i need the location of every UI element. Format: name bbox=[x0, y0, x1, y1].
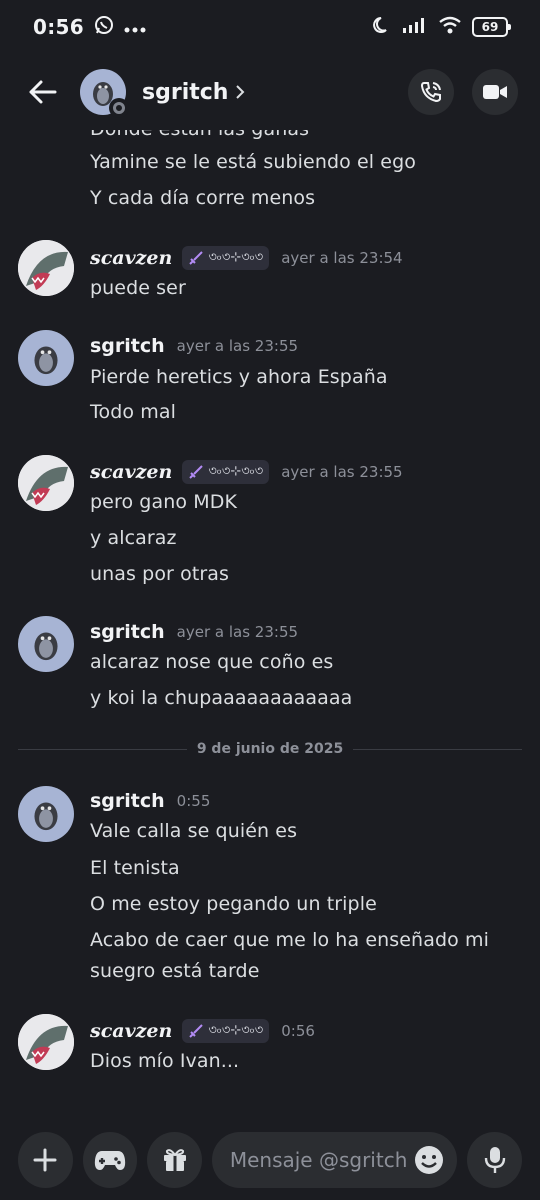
avatar[interactable] bbox=[18, 455, 74, 511]
sword-icon bbox=[189, 465, 204, 479]
user-tag[interactable]: ৩৹৩⊹৩৹৩ bbox=[182, 1019, 270, 1043]
chevron-right-icon bbox=[236, 85, 245, 99]
message-composer: Mensaje @sgritch bbox=[0, 1120, 540, 1200]
message-header: sgritch ayer a las 23:55 bbox=[90, 621, 298, 643]
avatar[interactable] bbox=[18, 616, 74, 672]
status-indicator bbox=[109, 98, 129, 118]
penguin-avatar-icon bbox=[34, 346, 58, 375]
whatsapp-icon bbox=[94, 15, 114, 39]
user-tag-ornament: ৩৹৩⊹৩৹৩ bbox=[208, 249, 264, 265]
message-text: Todo mal bbox=[90, 401, 176, 423]
username[interactable]: sgritch bbox=[90, 621, 165, 643]
message-header: sgritch ayer a las 23:55 bbox=[90, 335, 298, 357]
message-text: alcaraz nose que coño es bbox=[90, 651, 334, 673]
signal-icon bbox=[402, 16, 428, 38]
chat-title-name: sgritch bbox=[142, 79, 229, 105]
avatar[interactable] bbox=[18, 786, 74, 842]
message-text: Yamine se le está subiendo el ego bbox=[90, 151, 416, 173]
username[interactable]: scavzen bbox=[90, 461, 172, 483]
message-input-placeholder: Mensaje @sgritch bbox=[229, 1148, 408, 1172]
message-timestamp: 0:56 bbox=[281, 1022, 315, 1040]
user-tag[interactable]: ৩৹৩⊹৩৹৩ bbox=[182, 246, 270, 270]
emoji-icon bbox=[415, 1146, 444, 1174]
more-icon bbox=[124, 18, 146, 37]
shark-avatar-icon bbox=[18, 455, 74, 511]
message-text: Donde están las ganas bbox=[90, 130, 309, 140]
date-divider-label: 9 de junio de 2025 bbox=[196, 741, 344, 757]
message-header: scavzen ৩৹৩⊹৩৹৩ 0:56 bbox=[90, 1019, 315, 1043]
avatar[interactable] bbox=[80, 69, 129, 118]
status-time: 0:56 bbox=[33, 15, 84, 39]
video-call-button[interactable] bbox=[472, 69, 518, 115]
username[interactable]: sgritch bbox=[90, 790, 165, 812]
penguin-avatar-icon bbox=[34, 802, 58, 831]
moon-icon bbox=[372, 15, 392, 39]
avatar[interactable] bbox=[18, 240, 74, 296]
message-text: y koi la chupaaaaaaaaaaaa bbox=[90, 687, 353, 709]
shark-avatar-icon bbox=[18, 1014, 74, 1070]
wifi-icon bbox=[438, 16, 462, 38]
message-header: scavzen ৩৹৩⊹৩৹৩ ayer a las 23:54 bbox=[90, 246, 403, 270]
message-text: puede ser bbox=[90, 277, 186, 299]
sword-icon bbox=[189, 251, 204, 265]
gamepad-icon bbox=[94, 1151, 126, 1170]
message-timestamp: ayer a las 23:54 bbox=[281, 249, 403, 267]
username[interactable]: scavzen bbox=[90, 247, 172, 269]
microphone-icon bbox=[484, 1147, 505, 1173]
message-header: scavzen ৩৹৩⊹৩৹৩ ayer a las 23:55 bbox=[90, 460, 403, 484]
penguin-avatar-icon bbox=[34, 632, 58, 661]
message-text: Y cada día corre menos bbox=[90, 187, 316, 209]
username[interactable]: sgritch bbox=[90, 335, 165, 357]
add-attachment-button[interactable] bbox=[18, 1132, 73, 1188]
status-bar: 0:56 69 bbox=[0, 0, 540, 54]
message-text: suegro está tarde bbox=[90, 960, 260, 982]
message-timestamp: ayer a las 23:55 bbox=[281, 463, 403, 481]
user-tag-ornament: ৩৹৩⊹৩৹৩ bbox=[208, 1022, 264, 1038]
message-header: sgritch 0:55 bbox=[90, 790, 210, 812]
emoji-button[interactable] bbox=[407, 1138, 451, 1182]
back-button[interactable] bbox=[22, 72, 62, 112]
message-text: y alcaraz bbox=[90, 527, 177, 549]
message-text: pero gano MDK bbox=[90, 491, 238, 513]
message-input[interactable]: Mensaje @sgritch bbox=[211, 1132, 458, 1188]
date-divider: 9 de junio de 2025 bbox=[18, 741, 523, 757]
message-text: O me estoy pegando un triple bbox=[90, 893, 377, 915]
message-text: El tenista bbox=[90, 857, 180, 879]
avatar[interactable] bbox=[18, 330, 74, 386]
voice-call-icon bbox=[420, 82, 441, 103]
activities-button[interactable] bbox=[82, 1132, 138, 1188]
user-tag-ornament: ৩৹৩⊹৩৹৩ bbox=[208, 463, 264, 479]
voice-call-button[interactable] bbox=[408, 69, 454, 115]
back-arrow-icon bbox=[29, 80, 57, 104]
message-timestamp: 0:55 bbox=[176, 792, 211, 810]
message-text: Dios mío Ivan... bbox=[90, 1050, 240, 1072]
video-call-icon bbox=[483, 85, 507, 99]
message-text: Vale calla se quién es bbox=[90, 820, 298, 842]
battery-icon: 69 bbox=[472, 17, 511, 37]
chat-header: sgritch bbox=[0, 54, 540, 130]
shark-avatar-icon bbox=[18, 240, 74, 296]
gift-icon bbox=[163, 1149, 186, 1171]
message-list[interactable]: Donde están las ganas Yamine se le está … bbox=[0, 130, 540, 1120]
user-tag[interactable]: ৩৹৩⊹৩৹৩ bbox=[182, 460, 270, 484]
message-timestamp: ayer a las 23:55 bbox=[176, 623, 299, 641]
sword-icon bbox=[189, 1024, 204, 1038]
message-text: Acabo de caer que me lo ha enseñado mi bbox=[90, 929, 489, 951]
avatar[interactable] bbox=[18, 1014, 74, 1070]
voice-message-button[interactable] bbox=[467, 1132, 522, 1188]
username[interactable]: scavzen bbox=[90, 1020, 172, 1042]
message-text: unas por otras bbox=[90, 563, 230, 585]
plus-icon bbox=[33, 1148, 57, 1172]
message-timestamp: ayer a las 23:55 bbox=[176, 337, 299, 355]
gift-button[interactable] bbox=[147, 1132, 202, 1188]
chat-title[interactable]: sgritch bbox=[142, 80, 246, 105]
message-text: Pierde heretics y ahora España bbox=[90, 366, 388, 388]
